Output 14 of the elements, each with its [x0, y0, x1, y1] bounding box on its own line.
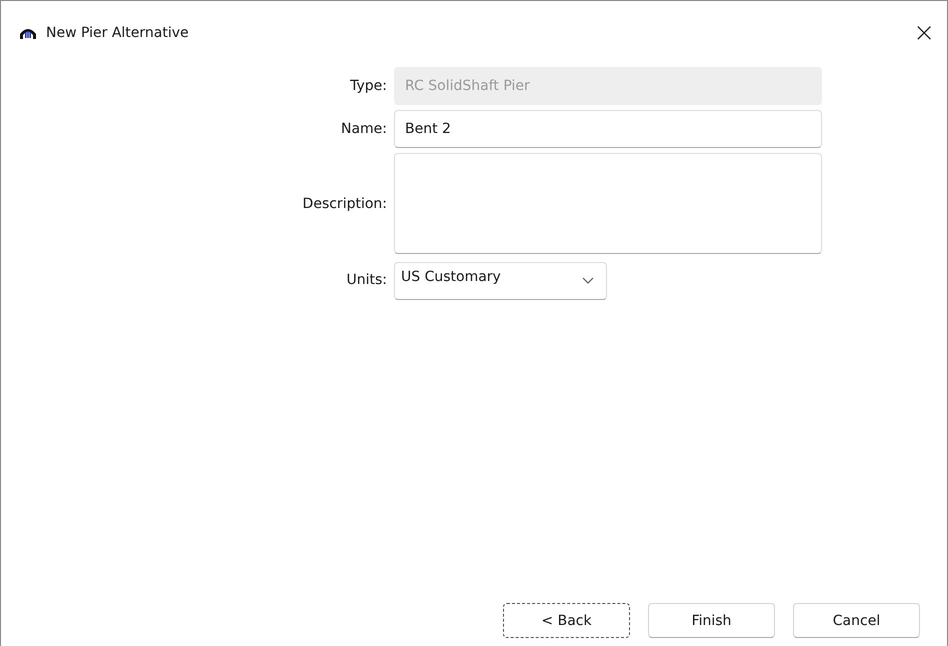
window-title: New Pier Alternative [46, 25, 189, 41]
units-dropdown[interactable]: US Customary [394, 262, 607, 300]
field-label: Type: [349, 78, 388, 94]
close-button[interactable]: × [909, 18, 939, 48]
field-label: Description: [302, 196, 388, 212]
field-label: Units: [345, 272, 388, 288]
field-label: Name: [340, 121, 388, 137]
text-field[interactable]: Bent 2 [394, 110, 822, 148]
dialog-button[interactable]: Cancel [793, 603, 920, 638]
bridge-icon [19, 26, 37, 40]
chevron-down-icon [582, 277, 594, 284]
dialog-button[interactable]: Finish [648, 603, 775, 638]
description-field[interactable] [394, 153, 822, 254]
dialog-button[interactable]: < Back [503, 603, 630, 638]
